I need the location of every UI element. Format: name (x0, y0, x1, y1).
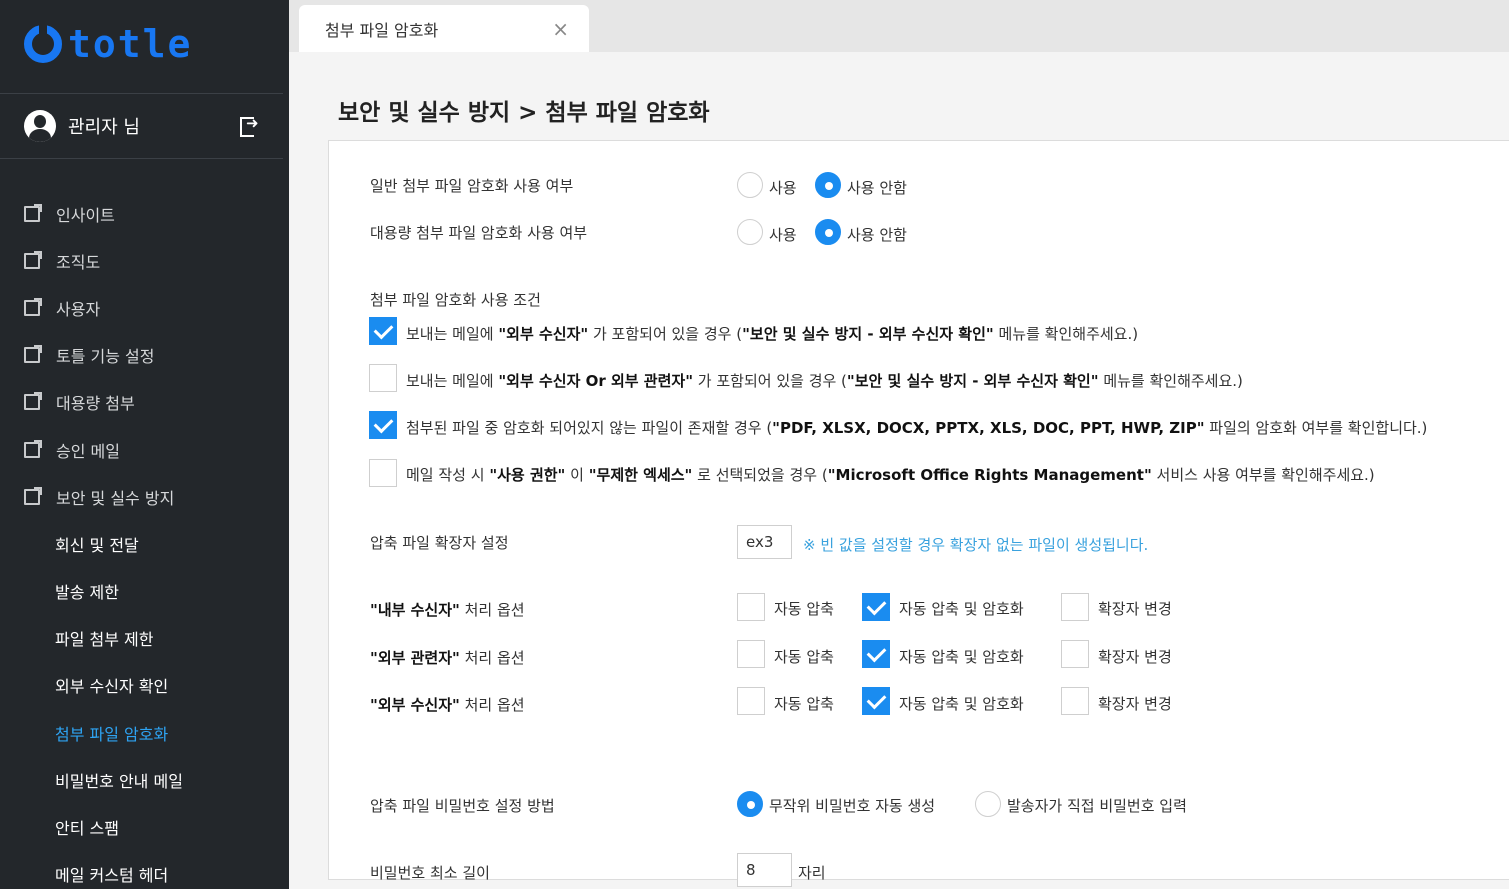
menu-item-icon (24, 392, 42, 411)
extension-label: 압축 파일 확장자 설정 (370, 534, 509, 552)
related-auto-zip-checkbox[interactable] (737, 640, 765, 668)
logout-icon[interactable] (240, 114, 260, 137)
option-label: 자동 압축 및 암호화 (899, 648, 1024, 666)
password-random-radio[interactable] (737, 791, 763, 817)
sidebar-subitem-attach-limit[interactable]: 파일 첨부 제한 (0, 615, 289, 662)
internal-auto-zip-checkbox[interactable] (737, 593, 765, 621)
user-name: 관리자 님 (68, 117, 140, 138)
condition-1-checkbox[interactable] (369, 317, 397, 345)
tab-bar: 첨부 파일 암호화 × (289, 0, 1509, 52)
external-recipient-option-label: "외부 수신자" 처리 옵션 (370, 696, 525, 714)
condition-2-checkbox[interactable] (369, 364, 397, 392)
sidebar-item-label: 사용자 (56, 299, 101, 319)
external-related-option-label: "외부 관련자" 처리 옵션 (370, 649, 525, 667)
radio-label: 사용 안함 (847, 226, 907, 244)
related-auto-zip-encrypt-checkbox[interactable] (862, 640, 890, 668)
option-label: 자동 압축 (774, 695, 834, 713)
sidebar-item-label: 보안 및 실수 방지 (56, 488, 175, 508)
sidebar-item-users[interactable]: 사용자 (0, 284, 289, 331)
sidebar-subitem-reply-forward[interactable]: 회신 및 전달 (0, 520, 289, 567)
avatar-icon[interactable] (24, 110, 56, 142)
external-ext-change-checkbox[interactable] (1061, 687, 1089, 715)
sidebar-item-approval-mail[interactable]: 승인 메일 (0, 426, 289, 473)
menu-item-icon (24, 203, 42, 222)
menu-item-icon (24, 297, 42, 316)
option-label: 자동 압축 및 암호화 (899, 600, 1024, 618)
settings-panel (328, 140, 1509, 880)
radio-label: 무작위 비밀번호 자동 생성 (769, 797, 936, 815)
extension-input[interactable] (737, 525, 792, 559)
password-length-unit: 자리 (798, 864, 826, 882)
option-label: 확장자 변경 (1098, 648, 1172, 666)
sidebar-item-feature-settings[interactable]: 토틀 기능 설정 (0, 332, 289, 379)
external-auto-zip-encrypt-checkbox[interactable] (862, 687, 890, 715)
sidebar-item-label: 대용량 첨부 (56, 394, 135, 414)
sidebar: totle 관리자 님 인사이트 조직도 사용자 토틀 기능 설정 대용량 첨부… (0, 0, 289, 889)
option-label: 자동 압축 및 암호화 (899, 695, 1024, 713)
radio-label: 사용 안함 (847, 179, 907, 197)
option-label: 확장자 변경 (1098, 695, 1172, 713)
close-icon[interactable]: × (552, 17, 569, 41)
internal-ext-change-checkbox[interactable] (1061, 593, 1089, 621)
condition-1-text: 보내는 메일에 "외부 수신자" 가 포함되어 있을 경우 ("보안 및 실수 … (406, 325, 1139, 343)
sidebar-item-insight[interactable]: 인사이트 (0, 190, 289, 237)
large-encrypt-off-radio[interactable] (815, 219, 841, 245)
option-label: 자동 압축 (774, 600, 834, 618)
general-encrypt-on-radio[interactable] (737, 172, 763, 198)
page-title: 보안 및 실수 방지 > 첨부 파일 암호화 (338, 100, 710, 126)
sidebar-item-label: 조직도 (56, 252, 101, 272)
radio-label: 사용 (769, 179, 797, 197)
logo-text: totle (68, 22, 193, 66)
radio-label: 발송자가 직접 비밀번호 입력 (1007, 797, 1187, 815)
sidebar-item-label: 인사이트 (56, 205, 115, 225)
general-encrypt-label: 일반 첨부 파일 암호화 사용 여부 (370, 177, 574, 195)
internal-recipient-option-label: "내부 수신자" 처리 옵션 (370, 601, 525, 619)
option-label: 자동 압축 (774, 648, 834, 666)
sidebar-item-org-chart[interactable]: 조직도 (0, 237, 289, 284)
password-manual-radio[interactable] (975, 791, 1001, 817)
external-auto-zip-checkbox[interactable] (737, 687, 765, 715)
user-profile: 관리자 님 (24, 109, 260, 143)
password-length-label: 비밀번호 최소 길이 (370, 864, 490, 882)
sidebar-item-label: 토틀 기능 설정 (56, 347, 155, 367)
sidebar-subitem-external-check[interactable]: 외부 수신자 확인 (0, 662, 289, 709)
password-method-label: 압축 파일 비밀번호 설정 방법 (370, 797, 555, 815)
sidebar-subitem-password-mail[interactable]: 비밀번호 안내 메일 (0, 756, 289, 803)
large-encrypt-on-radio[interactable] (737, 219, 763, 245)
tab-attach-encrypt[interactable]: 첨부 파일 암호화 × (299, 5, 589, 52)
divider (0, 158, 283, 159)
sidebar-item-large-attachment[interactable]: 대용량 첨부 (0, 379, 289, 426)
condition-4-checkbox[interactable] (369, 459, 397, 487)
menu-item-icon (24, 439, 42, 458)
open-folder-icon (24, 486, 42, 505)
password-length-input[interactable] (737, 853, 792, 887)
radio-label: 사용 (769, 226, 797, 244)
sidebar-subitem-send-limit[interactable]: 발송 제한 (0, 568, 289, 615)
sidebar-subitem-anti-spam[interactable]: 안티 스팸 (0, 803, 289, 850)
condition-2-text: 보내는 메일에 "외부 수신자 Or 외부 관련자" 가 포함되어 있을 경우 … (406, 372, 1243, 390)
sidebar-subitem-attach-encrypt[interactable]: 첨부 파일 암호화 (0, 709, 289, 756)
condition-3-text: 첨부된 파일 중 암호화 되어있지 않는 파일이 존재할 경우 ("PDF, X… (406, 419, 1428, 437)
sidebar-item-security[interactable]: 보안 및 실수 방지 (0, 473, 289, 520)
tab-label: 첨부 파일 암호화 (325, 20, 439, 40)
logo-mark-icon (24, 23, 62, 63)
extension-hint: ※ 빈 값을 설정할 경우 확장자 없는 파일이 생성됩니다. (803, 536, 1149, 554)
condition-3-checkbox[interactable] (369, 411, 397, 439)
sidebar-menu: 인사이트 조직도 사용자 토틀 기능 설정 대용량 첨부 승인 메일 보안 및 … (0, 190, 289, 889)
brand-logo[interactable]: totle (24, 22, 192, 66)
divider (0, 93, 283, 94)
sidebar-item-label: 승인 메일 (56, 441, 120, 461)
large-encrypt-label: 대용량 첨부 파일 암호화 사용 여부 (370, 224, 588, 242)
related-ext-change-checkbox[interactable] (1061, 640, 1089, 668)
condition-4-text: 메일 작성 시 "사용 권한" 이 "무제한 엑세스" 로 선택되었을 경우 (… (406, 466, 1375, 484)
conditions-label: 첨부 파일 암호화 사용 조건 (370, 291, 541, 309)
menu-item-icon (24, 250, 42, 269)
general-encrypt-off-radio[interactable] (815, 172, 841, 198)
option-label: 확장자 변경 (1098, 600, 1172, 618)
menu-item-icon (24, 345, 42, 364)
internal-auto-zip-encrypt-checkbox[interactable] (862, 593, 890, 621)
sidebar-subitem-custom-header[interactable]: 메일 커스텀 헤더 (0, 851, 289, 889)
